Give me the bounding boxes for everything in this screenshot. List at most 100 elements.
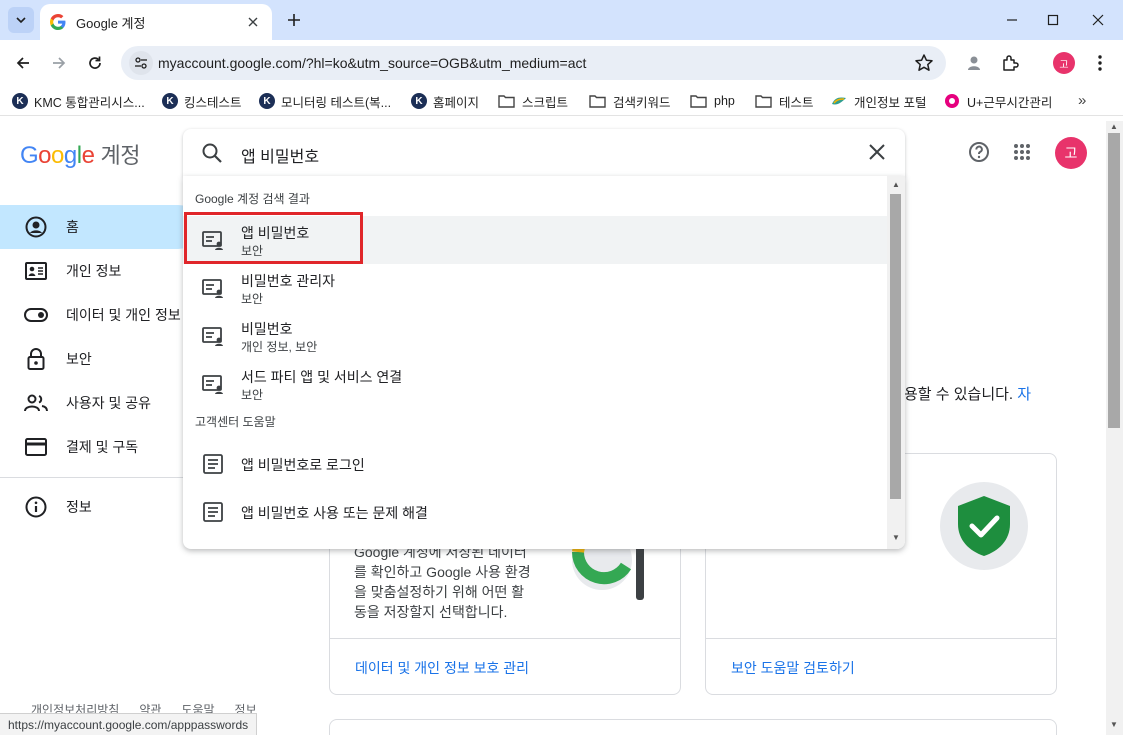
folder-icon: [498, 95, 515, 108]
bookmark-folder[interactable]: 테스트: [755, 92, 814, 110]
k-circle-icon: K: [411, 93, 427, 109]
logo-letter: o: [51, 142, 64, 169]
bookmark-label: KMC 통합관리시스...: [34, 95, 145, 110]
bookmark-folder[interactable]: php: [690, 92, 735, 110]
help-result-sign-in-app-passwords[interactable]: 앱 비밀번호로 로그인: [183, 440, 887, 488]
bookmarks-overflow-button[interactable]: »: [1078, 92, 1086, 109]
security-card-link[interactable]: 보안 도움말 검토하기: [731, 658, 855, 678]
address-bar[interactable]: myaccount.google.com/?hl=ko&utm_source=O…: [121, 46, 946, 80]
portal-icon: [832, 97, 846, 105]
google-account-page: Google 계정 고 홈 개인 정보 데이터 및 개인 정보 보안 사용자 및…: [0, 121, 1106, 735]
sidebar-item-about[interactable]: 정보: [0, 485, 200, 529]
result-title: 서드 파티 앱 및 서비스 연결: [241, 369, 403, 385]
bookmark-item[interactable]: K 킹스테스트: [162, 92, 242, 110]
site-info-icon[interactable]: [129, 51, 153, 75]
sidebar-item-payments[interactable]: 결제 및 구독: [0, 425, 200, 469]
search-input[interactable]: 앱 비밀번호: [241, 143, 319, 167]
scroll-down-arrow-icon[interactable]: ▼: [1110, 721, 1119, 729]
intro-text-body: 용할 수 있습니다.: [904, 386, 1014, 403]
bookmark-label: 킹스테스트: [184, 95, 242, 110]
back-button[interactable]: [11, 51, 35, 75]
new-tab-button[interactable]: [282, 8, 306, 32]
page-scrollbar[interactable]: ▲ ▼: [1106, 121, 1123, 735]
article-icon: [203, 454, 223, 474]
bookmark-item[interactable]: K 홈페이지: [411, 92, 479, 110]
logo-suffix: 계정: [100, 143, 140, 168]
sidebar-item-personal-info[interactable]: 개인 정보: [0, 249, 200, 293]
scroll-up-arrow-icon[interactable]: ▲: [892, 180, 900, 189]
bookmark-folder[interactable]: 검색키워드: [589, 92, 671, 110]
intro-text: 용할 수 있습니다. 자: [904, 383, 1031, 404]
settings-result-icon: [202, 375, 223, 394]
page-scroll-thumb[interactable]: [1108, 133, 1120, 428]
bookmark-label: U+근무시간관리: [967, 95, 1053, 110]
sidebar-divider: [0, 477, 200, 478]
status-link-preview: https://myaccount.google.com/apppassword…: [0, 713, 258, 735]
forward-button[interactable]: [47, 51, 71, 75]
folder-icon: [755, 95, 772, 108]
sidebar-item-label: 홈: [66, 219, 79, 235]
clear-search-icon[interactable]: [867, 142, 887, 162]
toggle-icon: [24, 303, 48, 327]
settings-result-icon: [202, 279, 223, 298]
next-card: [329, 719, 1057, 735]
section-help-results: 고객센터 도움말: [195, 415, 276, 429]
privacy-card-link[interactable]: 데이터 및 개인 정보 보호 관리: [355, 658, 529, 678]
more-menu-icon[interactable]: [1088, 51, 1112, 75]
scroll-up-arrow-icon[interactable]: ▲: [1110, 123, 1119, 131]
bookmark-star-icon[interactable]: [914, 53, 934, 78]
card-divider: [330, 638, 680, 639]
sidebar-item-label: 개인 정보: [66, 263, 122, 279]
bookmark-label: 홈페이지: [433, 95, 480, 110]
tab-close-icon[interactable]: [244, 13, 262, 31]
dropdown-scrollbar[interactable]: ▲ ▼: [887, 176, 905, 549]
id-card-icon: [24, 259, 48, 283]
result-password-manager[interactable]: 비밀번호 관리자 보안: [183, 264, 887, 312]
bookmark-item[interactable]: U+근무시간관리: [944, 92, 1052, 110]
sidebar-item-label: 사용자 및 공유: [66, 395, 152, 411]
bookmark-item[interactable]: K KMC 통합관리시스...: [12, 92, 145, 110]
result-password[interactable]: 비밀번호 개인 정보, 보안: [183, 312, 887, 360]
help-icon[interactable]: [967, 140, 991, 164]
arrow-left-icon: [16, 57, 29, 69]
bookmark-folder[interactable]: 스크립트: [498, 92, 568, 110]
minimize-button[interactable]: [999, 8, 1025, 32]
result-title: 비밀번호: [241, 321, 293, 337]
dropdown-scroll-thumb[interactable]: [890, 194, 901, 499]
sidebar-item-data-privacy[interactable]: 데이터 및 개인 정보: [0, 293, 200, 337]
result-subtitle: 보안: [241, 292, 264, 306]
google-account-logo[interactable]: Google 계정: [20, 138, 140, 170]
account-avatar[interactable]: 고: [1055, 137, 1087, 169]
info-icon: [24, 495, 48, 519]
reload-button[interactable]: [83, 51, 107, 75]
result-third-party-apps[interactable]: 서드 파티 앱 및 서비스 연결 보안: [183, 360, 887, 408]
account-search-box[interactable]: 앱 비밀번호: [183, 129, 905, 177]
close-window-button[interactable]: [1085, 8, 1111, 32]
maximize-button[interactable]: [1040, 8, 1066, 32]
help-result-troubleshoot[interactable]: 앱 비밀번호 사용 또는 문제 해결: [183, 488, 887, 536]
account-circle-icon: [24, 215, 48, 239]
maximize-icon: [1047, 14, 1059, 26]
logo-letter: o: [38, 142, 52, 169]
sidebar-item-label: 결제 및 구독: [66, 439, 139, 455]
intro-link[interactable]: 자: [1017, 386, 1031, 403]
extensions-icon[interactable]: [998, 51, 1022, 75]
sidebar-item-people-sharing[interactable]: 사용자 및 공유: [0, 381, 200, 425]
bookmark-item[interactable]: K 모니터링 테스트(복...: [259, 92, 391, 110]
shield-badge: [940, 482, 1028, 570]
extension-puzzle-icon-1[interactable]: [962, 51, 986, 75]
sidebar-item-security[interactable]: 보안: [0, 337, 200, 381]
sidebar-item-home[interactable]: 홈: [0, 205, 200, 249]
bookmark-item[interactable]: 개인정보 포털: [831, 92, 926, 110]
apps-grid-icon[interactable]: [1010, 140, 1034, 164]
browser-tab[interactable]: Google 계정: [40, 4, 272, 40]
profile-avatar-small[interactable]: 고: [1053, 52, 1075, 74]
k-circle-icon: K: [162, 93, 178, 109]
uplus-icon: [945, 94, 959, 108]
settings-result-icon: [202, 327, 223, 346]
tab-search-button[interactable]: [8, 7, 34, 33]
bookmark-label: 검색키워드: [613, 95, 671, 110]
scroll-down-arrow-icon[interactable]: ▼: [892, 533, 900, 542]
privacy-card-line: 를 확인하고 Google 사용 환경: [354, 564, 531, 580]
bookmark-label: php: [714, 94, 735, 108]
